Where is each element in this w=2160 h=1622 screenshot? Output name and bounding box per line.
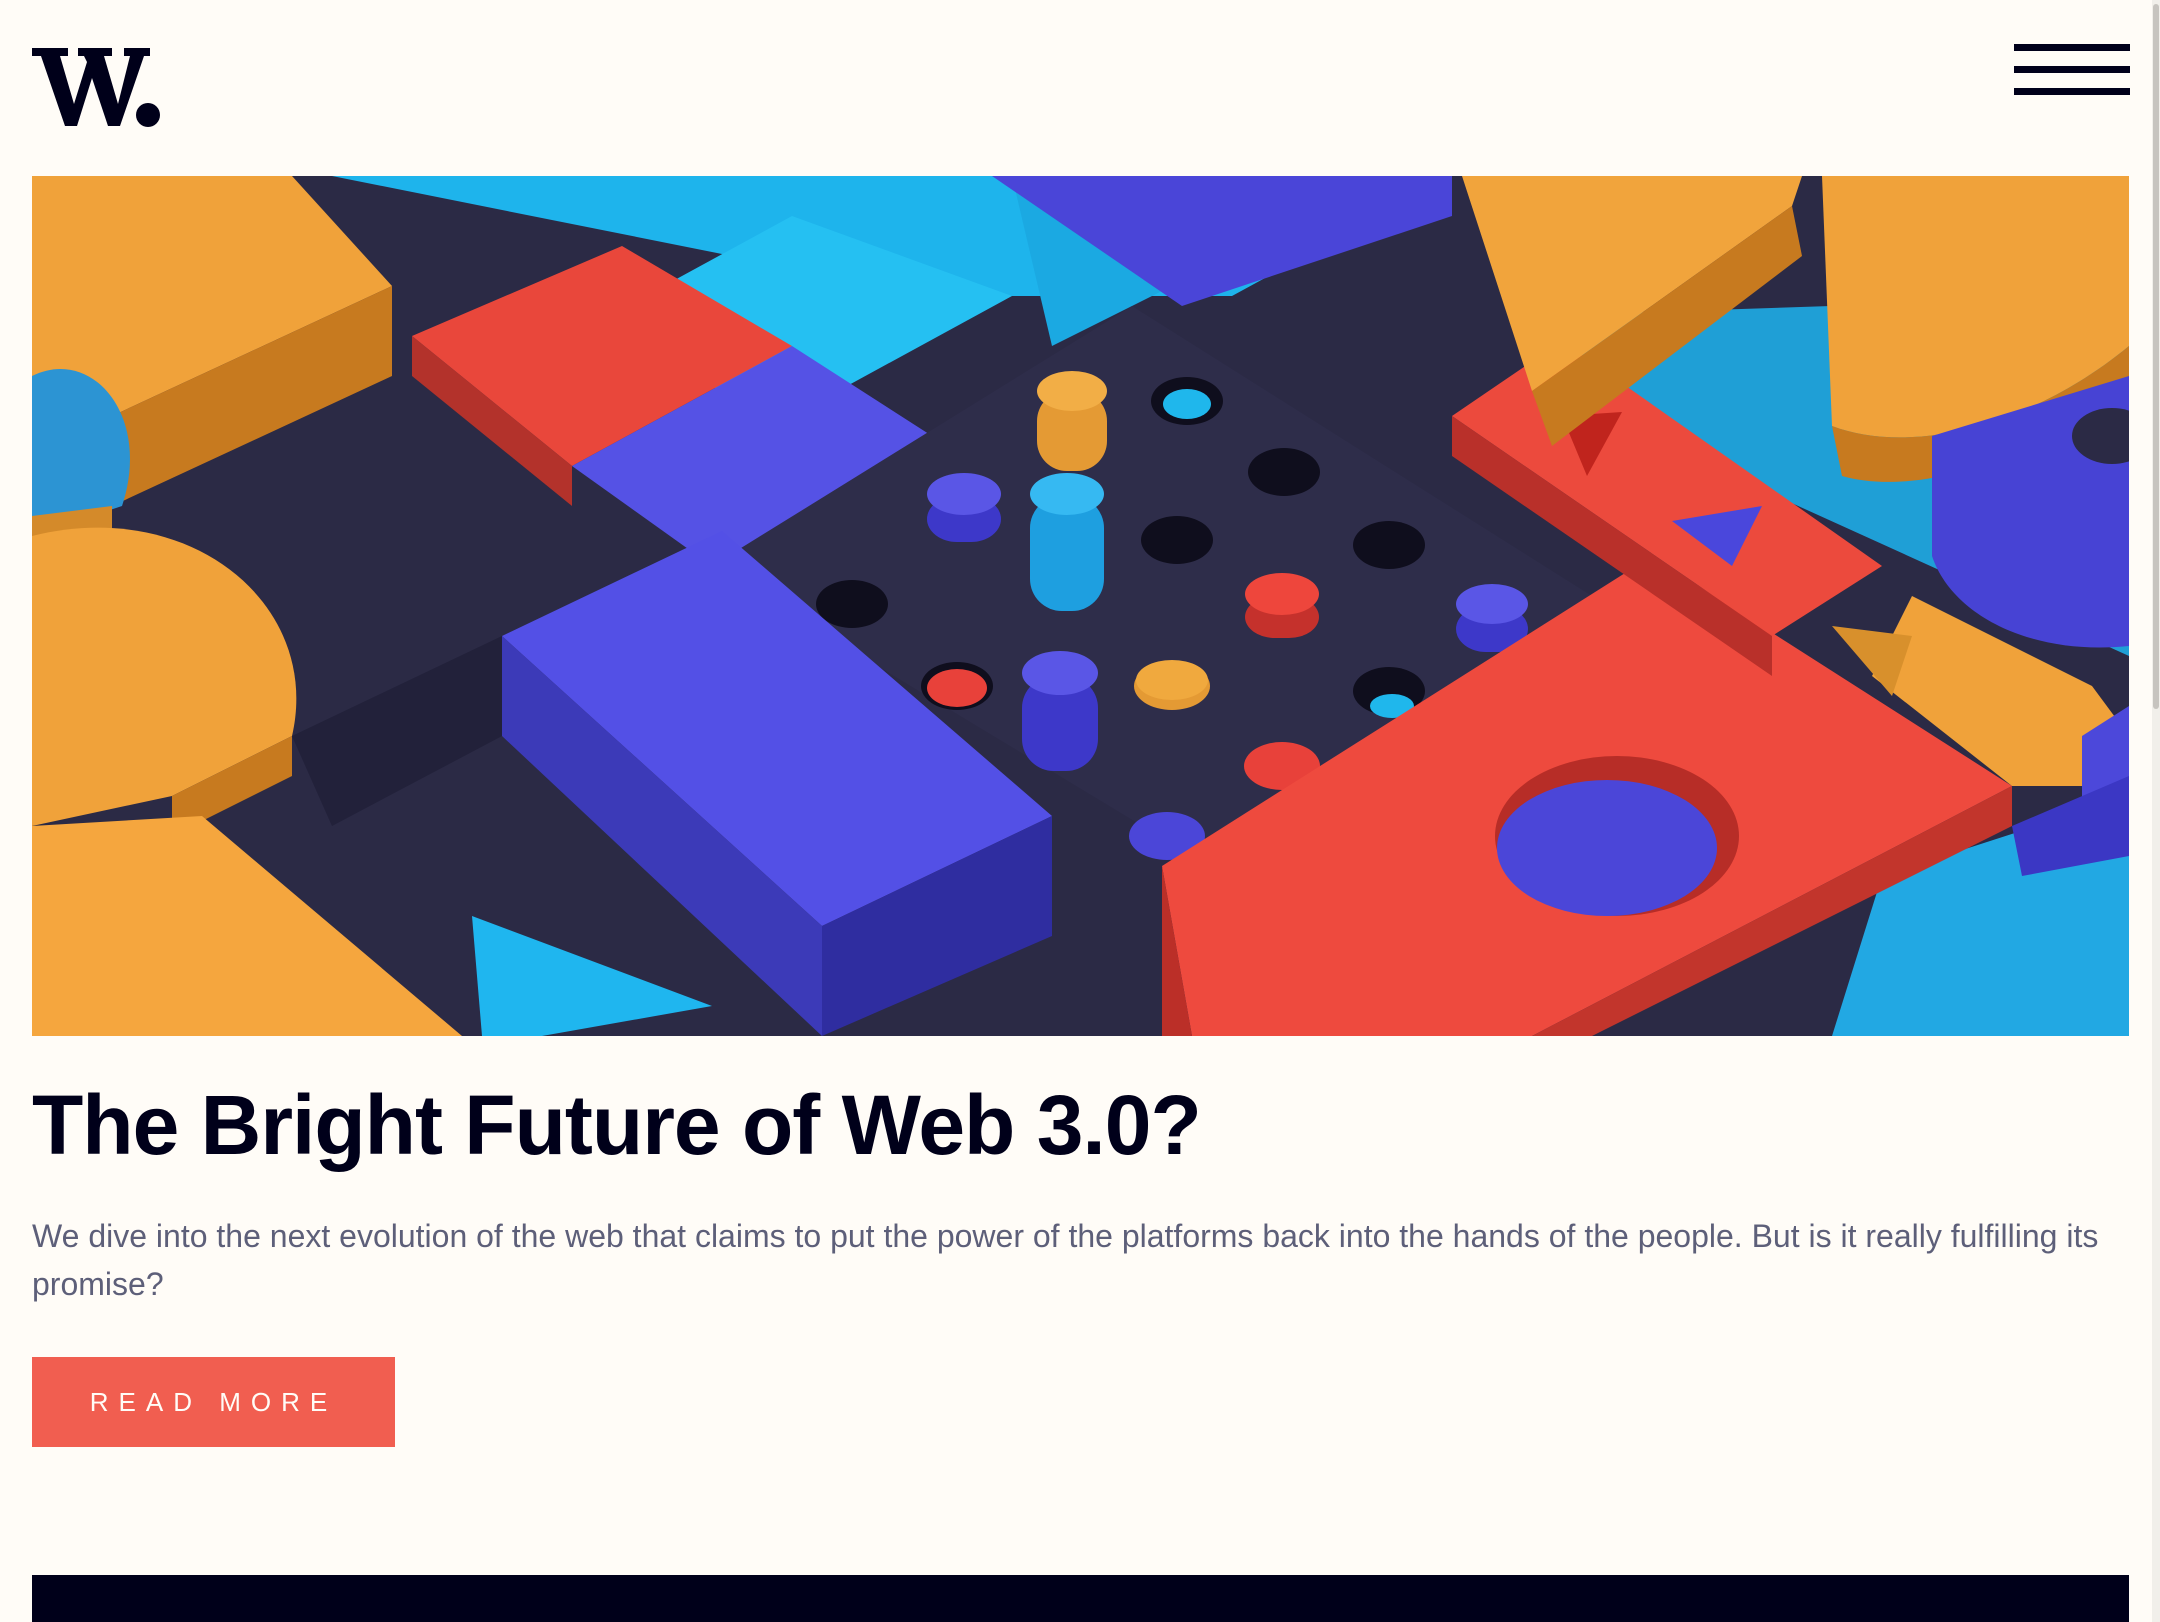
scrollbar-thumb[interactable] [2153, 4, 2159, 709]
hamburger-bar-middle [2014, 66, 2130, 73]
abstract-3d-blocks-illustration [32, 176, 2129, 1036]
article-description: We dive into the next evolution of the w… [32, 1218, 2099, 1302]
article-title: The Bright Future of Web 3.0? [32, 1078, 1202, 1172]
logo-icon[interactable] [32, 42, 162, 132]
hero-image [32, 176, 2129, 1036]
hamburger-bar-bottom [2014, 88, 2130, 95]
dark-section-band [32, 1575, 2129, 1622]
page-scrollbar[interactable] [2152, 0, 2160, 1622]
logo-dot [136, 103, 160, 127]
hamburger-bar-top [2014, 44, 2130, 51]
menu-button[interactable] [2014, 44, 2130, 100]
read-more-button[interactable]: READ MORE [32, 1357, 395, 1447]
logo-w-glyph [32, 48, 150, 126]
